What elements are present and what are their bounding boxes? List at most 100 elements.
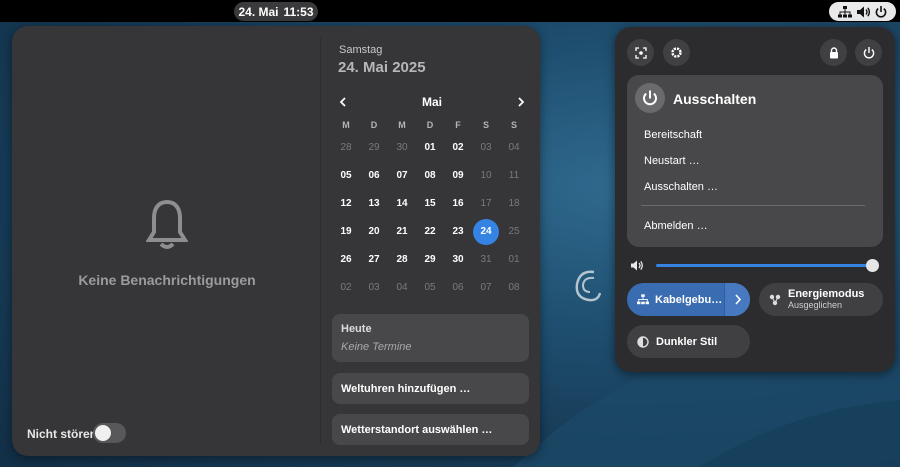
volume-icon[interactable] [631, 260, 644, 271]
do-not-disturb-toggle[interactable] [93, 423, 126, 443]
restart-item[interactable]: Neustart … [644, 155, 700, 167]
calendar-day[interactable]: 26 [332, 246, 360, 274]
calendar-day[interactable]: 14 [388, 190, 416, 218]
calendar-day[interactable]: 01 [416, 134, 444, 162]
wired-network-toggle[interactable]: Kabelgebu… [627, 283, 750, 316]
power-mode-value: Ausgeglichen [788, 299, 843, 310]
day-header: D [370, 120, 378, 130]
bell-icon [146, 199, 188, 249]
menu-separator [641, 205, 865, 206]
lock-screen-button[interactable] [820, 39, 847, 66]
power-off-item[interactable]: Ausschalten … [644, 181, 718, 193]
clock-date: 24. Mai [238, 4, 279, 19]
power-off-menu: Ausschalten Bereitschaft Neustart … Auss… [627, 75, 883, 247]
panel-divider [320, 38, 321, 444]
network-wired-icon [837, 5, 852, 17]
toggle-knob [95, 425, 111, 441]
chevron-left-icon [339, 97, 346, 107]
do-not-disturb-label: Nicht stören [27, 427, 98, 441]
calendar-day[interactable]: 01 [500, 246, 528, 274]
volume-slider-handle[interactable] [866, 259, 879, 272]
screenshot-icon [634, 46, 647, 59]
calendar-day[interactable]: 30 [388, 134, 416, 162]
calendar-day[interactable]: 21 [388, 218, 416, 246]
calendar-day[interactable]: 17 [472, 190, 500, 218]
calendar-week-row: 19 20 21 22 23 24 25 [332, 218, 528, 246]
calendar-day[interactable]: 05 [416, 274, 444, 302]
calendar-day[interactable]: 18 [500, 190, 528, 218]
volume-icon [856, 6, 870, 17]
calendar-day[interactable]: 07 [388, 162, 416, 190]
calendar-day[interactable]: 29 [360, 134, 388, 162]
next-month-button[interactable] [510, 92, 532, 112]
screenshot-button[interactable] [627, 39, 654, 66]
calendar-day[interactable]: 03 [472, 134, 500, 162]
calendar-day[interactable]: 28 [332, 134, 360, 162]
log-out-item[interactable]: Abmelden … [644, 220, 708, 232]
calendar-day[interactable]: 07 [472, 274, 500, 302]
wired-network-label: Kabelgebu… [655, 293, 723, 306]
calendar-day[interactable]: 28 [388, 246, 416, 274]
calendar-day[interactable]: 22 [416, 218, 444, 246]
wired-network-main[interactable]: Kabelgebu… [627, 283, 724, 316]
calendar-area: Samstag 24. Mai 2025 Mai MDMDFSS 28 29 30 0… [328, 26, 540, 456]
calendar-day[interactable]: 02 [444, 134, 472, 162]
system-menu-button[interactable] [829, 2, 896, 21]
quick-settings-panel: Ausschalten Bereitschaft Neustart … Auss… [615, 27, 895, 372]
calendar-day[interactable]: 13 [360, 190, 388, 218]
clock-time: 11:53 [283, 4, 314, 19]
power-mode-toggle[interactable]: Energiemodus Ausgeglichen [759, 283, 883, 316]
volume-slider-track[interactable] [656, 264, 872, 267]
calendar-day[interactable]: 20 [360, 218, 388, 246]
previous-month-button[interactable] [332, 92, 354, 112]
calendar-day[interactable]: 08 [416, 162, 444, 190]
power-icon [635, 83, 665, 113]
calendar-day[interactable]: 19 [332, 218, 360, 246]
dark-mode-icon [637, 335, 649, 348]
calendar-day-headers: MDMDFSS [332, 116, 528, 134]
calendar-day[interactable]: 15 [416, 190, 444, 218]
calendar-day[interactable]: 09 [444, 162, 472, 190]
calendar-week-row: 26 27 28 29 30 31 01 [332, 246, 528, 274]
chevron-right-icon [518, 97, 525, 107]
calendar-day[interactable]: 06 [444, 274, 472, 302]
month-label[interactable]: Mai [422, 95, 442, 109]
suspend-item[interactable]: Bereitschaft [644, 129, 702, 141]
calendar-day-today[interactable]: 24 [473, 219, 499, 245]
calendar-day[interactable]: 08 [500, 274, 528, 302]
power-mode-label: Energiemodus [788, 287, 865, 300]
calendar-day[interactable]: 30 [444, 246, 472, 274]
empty-notifications-label: Keine Benachrichtigungen [78, 272, 256, 288]
calendar-day[interactable]: 10 [472, 162, 500, 190]
settings-button[interactable] [663, 39, 690, 66]
calendar-day[interactable]: 11 [500, 162, 528, 190]
events-card[interactable]: Heute Keine Termine [332, 314, 529, 362]
clock-button[interactable]: 24. Mai 11:53 [234, 2, 318, 21]
calendar-day[interactable]: 06 [360, 162, 388, 190]
dark-style-toggle[interactable]: Dunkler Stil [627, 325, 750, 358]
dark-style-label: Dunkler Stil [656, 335, 718, 348]
calendar-day[interactable]: 03 [360, 274, 388, 302]
calendar-week-row: 28 29 30 01 02 03 04 [332, 134, 528, 162]
calendar-week-row: 02 03 04 05 06 07 08 [332, 274, 528, 302]
calendar-day[interactable]: 12 [332, 190, 360, 218]
calendar-day[interactable]: 25 [500, 218, 528, 246]
calendar-day[interactable]: 16 [444, 190, 472, 218]
calendar-grid: MDMDFSS 28 29 30 01 02 03 04 05 06 07 08 09 10 11 12 13… [332, 116, 528, 302]
network-submenu-button[interactable] [724, 283, 750, 316]
power-menu-button[interactable] [855, 39, 882, 66]
add-world-clocks-button[interactable]: Weltuhren hinzufügen … [332, 373, 529, 404]
select-weather-location-button[interactable]: Wetterstandort auswählen … [332, 414, 529, 445]
calendar-day[interactable]: 31 [472, 246, 500, 274]
calendar-day[interactable]: 23 [444, 218, 472, 246]
calendar-day[interactable]: 29 [416, 246, 444, 274]
debian-swirl-logo [575, 270, 602, 302]
calendar-day[interactable]: 04 [500, 134, 528, 162]
calendar-day[interactable]: 02 [332, 274, 360, 302]
calendar-day[interactable]: 04 [388, 274, 416, 302]
day-header: F [455, 120, 461, 130]
calendar-day[interactable]: 05 [332, 162, 360, 190]
power-menu-title: Ausschalten [673, 91, 757, 107]
power-profile-icon [769, 294, 781, 305]
calendar-day[interactable]: 27 [360, 246, 388, 274]
